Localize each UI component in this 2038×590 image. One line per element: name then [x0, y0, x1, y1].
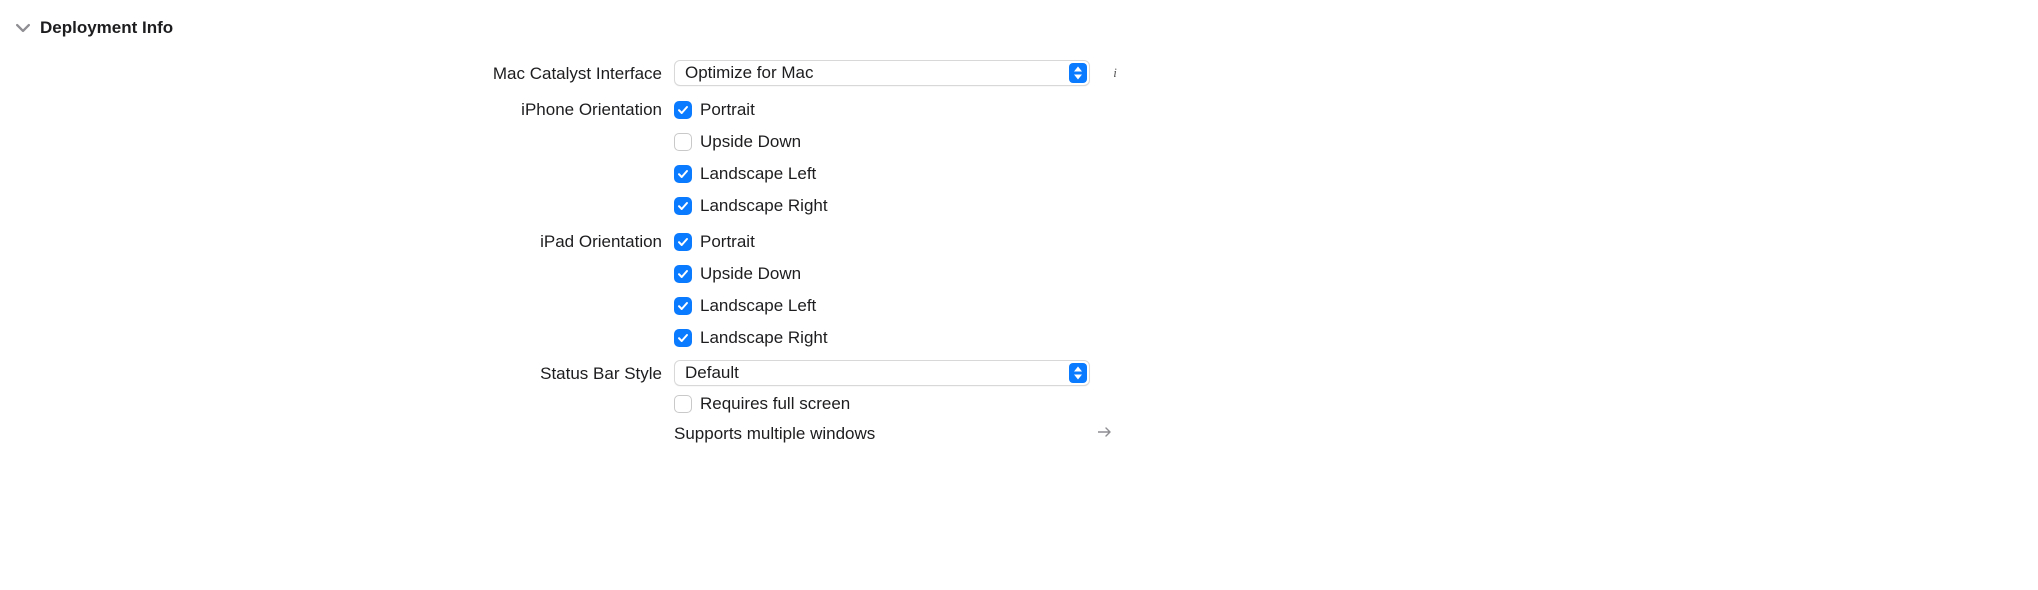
ipad-portrait-option: Portrait [674, 228, 828, 256]
link-label: Supports multiple windows [674, 420, 875, 448]
requires-fullscreen-option: Requires full screen [674, 390, 850, 418]
checkbox-label: Landscape Left [700, 160, 816, 188]
row-ipad-orientation: iPad Orientation Portrait Upside Down La… [16, 228, 2022, 352]
row-status-bar: Status Bar Style Default [16, 360, 2022, 388]
label-status-bar: Status Bar Style [16, 360, 674, 388]
checkbox-label: Landscape Right [700, 192, 828, 220]
section-header: Deployment Info [16, 18, 2022, 38]
select-stepper-icon [1069, 63, 1087, 83]
ipad-landscapeleft-option: Landscape Left [674, 292, 828, 320]
iphone-landscaperight-option: Landscape Right [674, 192, 828, 220]
row-mac-catalyst: Mac Catalyst Interface Optimize for Mac … [16, 60, 2022, 88]
label-iphone-orientation: iPhone Orientation [16, 96, 674, 124]
supports-multiple-windows-link[interactable]: Supports multiple windows [674, 420, 1112, 448]
checkbox-ipad-portrait[interactable] [674, 233, 692, 251]
checkbox-ipad-landscapeleft[interactable] [674, 297, 692, 315]
iphone-orientation-list: Portrait Upside Down Landscape Left Land… [674, 96, 828, 220]
status-bar-select[interactable]: Default [674, 360, 1090, 386]
mac-catalyst-value: Optimize for Mac [685, 61, 813, 85]
checkbox-iphone-landscaperight[interactable] [674, 197, 692, 215]
ipad-landscaperight-option: Landscape Right [674, 324, 828, 352]
label-mac-catalyst: Mac Catalyst Interface [16, 60, 674, 88]
status-bar-value: Default [685, 361, 739, 385]
iphone-landscapeleft-option: Landscape Left [674, 160, 828, 188]
iphone-portrait-option: Portrait [674, 96, 828, 124]
info-icon[interactable]: i [1106, 64, 1124, 82]
checkbox-iphone-portrait[interactable] [674, 101, 692, 119]
checkbox-label: Landscape Right [700, 324, 828, 352]
chevron-down-icon[interactable] [16, 21, 30, 35]
arrow-right-icon [1098, 420, 1112, 448]
iphone-upsidedown-option: Upside Down [674, 128, 828, 156]
checkbox-label: Upside Down [700, 128, 801, 156]
select-stepper-icon [1069, 363, 1087, 383]
label-ipad-orientation: iPad Orientation [16, 228, 674, 256]
checkbox-label: Upside Down [700, 260, 801, 288]
ipad-orientation-list: Portrait Upside Down Landscape Left Land… [674, 228, 828, 352]
checkbox-label: Portrait [700, 96, 755, 124]
ipad-upsidedown-option: Upside Down [674, 260, 828, 288]
row-iphone-orientation: iPhone Orientation Portrait Upside Down … [16, 96, 2022, 220]
section-title: Deployment Info [40, 18, 173, 38]
checkbox-label: Landscape Left [700, 292, 816, 320]
row-requires-fullscreen: Requires full screen [16, 390, 2022, 418]
mac-catalyst-select[interactable]: Optimize for Mac [674, 60, 1090, 86]
checkbox-ipad-upsidedown[interactable] [674, 265, 692, 283]
checkbox-requires-fullscreen[interactable] [674, 395, 692, 413]
checkbox-label: Portrait [700, 228, 755, 256]
checkbox-label: Requires full screen [700, 390, 850, 418]
checkbox-iphone-upsidedown[interactable] [674, 133, 692, 151]
row-supports-multiple-windows: Supports multiple windows [16, 420, 2022, 448]
checkbox-iphone-landscapeleft[interactable] [674, 165, 692, 183]
checkbox-ipad-landscaperight[interactable] [674, 329, 692, 347]
